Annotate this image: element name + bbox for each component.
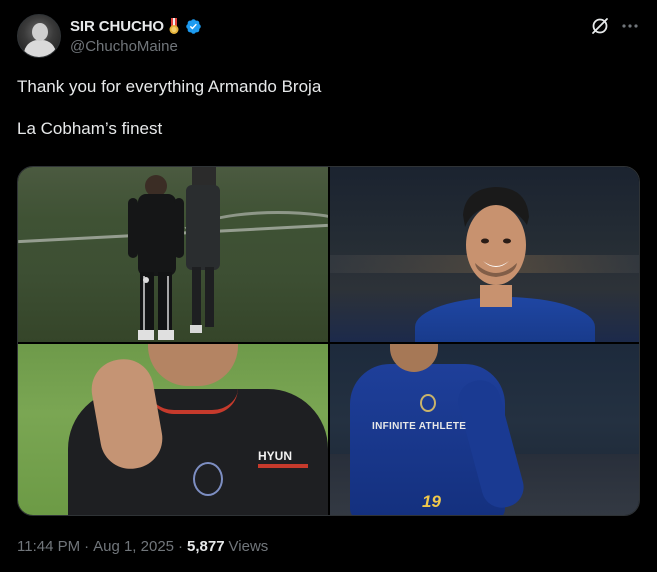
meta-separator: ·: [84, 538, 90, 555]
tweet-text: Thank you for everything Armando Broja L…: [17, 76, 637, 139]
photo-4-sponsor-text: INFINITE ATHLETE: [372, 421, 467, 432]
views-count: 5,877: [187, 538, 225, 555]
author-display-name[interactable]: SIR CHUCHO: [70, 18, 164, 35]
author-handle[interactable]: @ChuchoMaine: [70, 38, 178, 55]
verified-badge-icon[interactable]: [185, 18, 202, 35]
author-name-row: SIR CHUCHO: [70, 16, 202, 36]
photo-4-shirt-number: 19: [422, 492, 441, 511]
grok-icon[interactable]: [589, 15, 611, 37]
media-photo-4[interactable]: INFINITE ATHLETE 19: [330, 344, 639, 515]
avatar[interactable]: [17, 14, 61, 58]
medal-icon: [168, 17, 180, 35]
tweet-text-line-2: La Cobham’s finest: [17, 119, 163, 138]
tweet-time[interactable]: 11:44 PM: [17, 538, 80, 555]
media-photo-1[interactable]: [18, 167, 328, 342]
media-photo-2[interactable]: [330, 167, 639, 342]
media-photo-3[interactable]: HYUN: [18, 344, 328, 515]
tweet-text-line-1: Thank you for everything Armando Broja: [17, 77, 322, 96]
more-options-icon[interactable]: [619, 15, 641, 37]
avatar-head: [32, 23, 48, 41]
tweet-meta-row: 11:44 PM · Aug 1, 2025 · 5,877 Views: [17, 538, 268, 555]
tweet-card: SIR CHUCHO @ChuchoMaine Thank you for ev…: [0, 0, 657, 572]
views-label: Views: [228, 538, 269, 555]
meta-separator: ·: [178, 538, 183, 555]
avatar-shoulders: [24, 40, 56, 57]
media-grid: HYUN INFINITE ATHLETE 19: [17, 166, 640, 516]
photo-3-sponsor-text: HYUN: [258, 449, 293, 463]
tweet-date[interactable]: Aug 1, 2025: [93, 538, 174, 555]
